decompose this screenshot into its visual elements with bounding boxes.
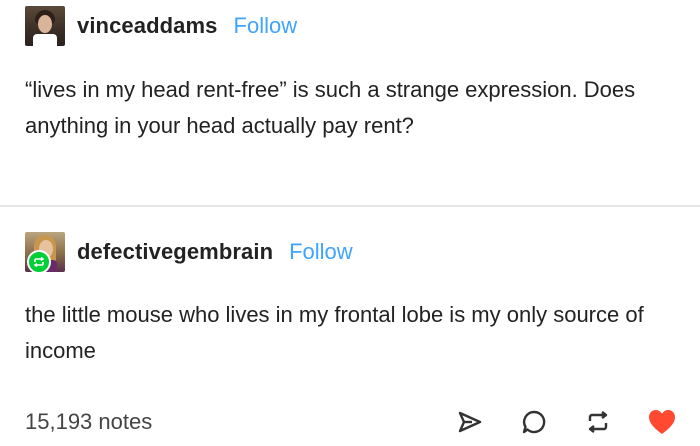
reblog-badge-icon xyxy=(27,250,51,274)
share-icon[interactable] xyxy=(452,404,488,440)
post-header: vinceaddams Follow xyxy=(25,4,297,48)
like-icon[interactable] xyxy=(644,404,680,440)
post-original: vinceaddams Follow “lives in my head ren… xyxy=(0,0,700,205)
post-header: defectivegembrain Follow xyxy=(25,230,353,274)
post-body: the little mouse who lives in my frontal… xyxy=(25,302,644,363)
reblog-icon[interactable] xyxy=(580,404,616,440)
post-body: “lives in my head rent-free” is such a s… xyxy=(25,77,636,138)
reply-icon[interactable] xyxy=(516,404,552,440)
follow-button[interactable]: Follow xyxy=(289,239,353,265)
avatar[interactable] xyxy=(25,6,65,46)
post-footer: 15,193 notes xyxy=(25,404,680,440)
username[interactable]: defectivegembrain xyxy=(77,239,273,265)
action-bar xyxy=(424,404,680,440)
notes-count[interactable]: 15,193 notes xyxy=(25,409,152,435)
follow-button[interactable]: Follow xyxy=(234,13,298,39)
post-reblog: defectivegembrain Follow the little mous… xyxy=(0,207,700,446)
username[interactable]: vinceaddams xyxy=(77,13,218,39)
